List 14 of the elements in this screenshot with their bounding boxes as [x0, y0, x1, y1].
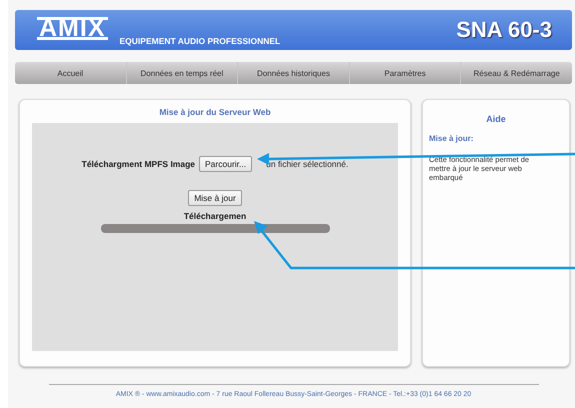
- help-subtitle: Mise à jour:: [429, 134, 474, 143]
- browse-button[interactable]: Parcourir...: [199, 156, 252, 172]
- nav-tab[interactable]: Réseau & Redémarrage: [461, 62, 572, 84]
- model-name: SNA 60-3: [456, 17, 552, 43]
- nav-tab[interactable]: Données historiques: [238, 62, 350, 84]
- panel-title: Mise à jour du Serveur Web: [159, 107, 271, 117]
- progress-label: Téléchargemen: [184, 211, 246, 221]
- tagline: EQUIPEMENT AUDIO PROFESSIONNEL: [120, 36, 280, 46]
- nav-tab[interactable]: Paramètres: [350, 62, 462, 84]
- update-button[interactable]: Mise à jour: [188, 190, 242, 206]
- upload-label: Téléchargment MPFS Image: [82, 159, 196, 169]
- nav-tab[interactable]: Accueil: [15, 62, 127, 84]
- nav-tab[interactable]: Données en temps réel: [126, 62, 238, 84]
- help-title: Aide: [486, 114, 506, 124]
